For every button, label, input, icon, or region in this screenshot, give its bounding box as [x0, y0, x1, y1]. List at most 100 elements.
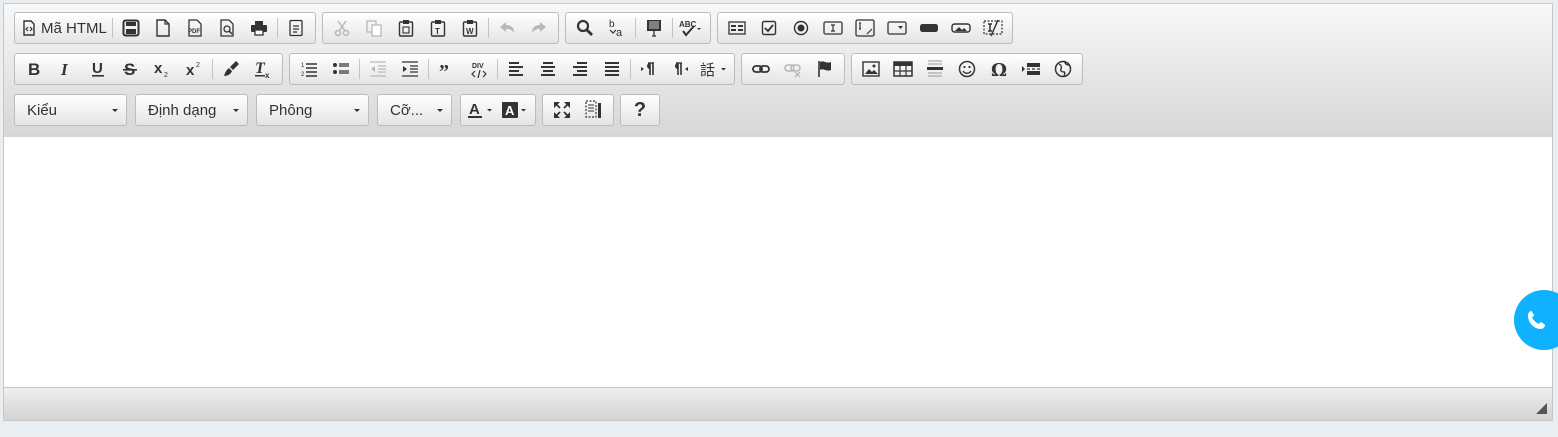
help-icon: ?	[633, 99, 647, 121]
save-button[interactable]	[115, 15, 147, 41]
spellcheck-icon: ABC	[679, 20, 701, 37]
text-color-button[interactable]: A	[464, 97, 498, 123]
resize-handle-icon[interactable]	[1536, 403, 1547, 414]
subscript-button[interactable]: x2	[146, 56, 178, 82]
select-all-button[interactable]	[638, 15, 670, 41]
svg-text:Ω: Ω	[991, 60, 1007, 78]
superscript-button[interactable]: x2	[178, 56, 210, 82]
iframe-button[interactable]	[1047, 56, 1079, 82]
editor-content-area[interactable]	[4, 137, 1552, 387]
indent-button[interactable]	[394, 56, 426, 82]
copy-formatting-button[interactable]	[215, 56, 247, 82]
redo-button[interactable]	[523, 15, 555, 41]
bg-color-icon: A	[502, 102, 526, 118]
preview-icon	[220, 19, 234, 37]
toolbar-group-tools	[542, 94, 614, 126]
spellcheck-button[interactable]: ABC	[675, 15, 707, 41]
strikethrough-button[interactable]: S	[114, 56, 146, 82]
anchor-button[interactable]	[809, 56, 841, 82]
bold-icon: B	[28, 60, 40, 78]
svg-text:x: x	[154, 60, 163, 77]
justify-button[interactable]	[596, 56, 628, 82]
image-button-button[interactable]	[945, 15, 977, 41]
link-button[interactable]	[745, 56, 777, 82]
source-icon	[23, 20, 35, 36]
bg-color-button[interactable]: A	[498, 97, 532, 123]
image-button[interactable]	[855, 56, 887, 82]
toolbar-row-3: Kiểu Định dạng Phông Cỡ... A A ?	[14, 94, 666, 126]
align-center-button[interactable]	[532, 56, 564, 82]
underline-button[interactable]: U	[82, 56, 114, 82]
hidden-field-button[interactable]	[977, 15, 1009, 41]
form-button[interactable]	[721, 15, 753, 41]
form-button-button[interactable]	[913, 15, 945, 41]
phone-icon	[1528, 311, 1545, 329]
unlink-button[interactable]	[777, 56, 809, 82]
copy-icon	[366, 20, 382, 37]
smiley-icon	[958, 60, 976, 78]
numbered-list-button[interactable]: 12	[293, 56, 325, 82]
text-field-button[interactable]	[817, 15, 849, 41]
outdent-button[interactable]	[362, 56, 394, 82]
cut-button[interactable]	[326, 15, 358, 41]
maximize-button[interactable]	[546, 97, 578, 123]
image-icon	[862, 61, 880, 77]
create-div-button[interactable]: DIV	[463, 56, 495, 82]
page-break-button[interactable]	[1015, 56, 1047, 82]
separator	[487, 18, 489, 38]
find-button[interactable]	[569, 15, 601, 41]
language-button[interactable]: 話	[697, 56, 731, 82]
source-button[interactable]: Mã HTML	[18, 15, 110, 41]
svg-text:1: 1	[301, 63, 305, 69]
checkbox-button[interactable]	[753, 15, 785, 41]
editor-toolbar: Mã HTML PDF T W b a ABC B I U x 2 x 2 T …	[4, 4, 1552, 138]
align-right-button[interactable]	[564, 56, 596, 82]
paste-word-button[interactable]: W	[454, 15, 486, 41]
radio-button[interactable]	[785, 15, 817, 41]
replace-button[interactable]: ba	[601, 15, 633, 41]
help-button[interactable]: ?	[624, 97, 656, 123]
export-pdf-button[interactable]: PDF	[179, 15, 211, 41]
new-page-button[interactable]	[147, 15, 179, 41]
paste-text-icon: T	[430, 20, 446, 37]
copy-button[interactable]	[358, 15, 390, 41]
align-left-button[interactable]	[500, 56, 532, 82]
preview-button[interactable]	[211, 15, 243, 41]
font-size-dropdown[interactable]: Cỡ...	[377, 94, 452, 126]
superscript-icon: x2	[186, 62, 200, 78]
align-left-icon	[509, 62, 523, 76]
globe-icon	[1054, 60, 1072, 78]
font-dropdown[interactable]: Phông	[256, 94, 369, 126]
show-blocks-button[interactable]	[578, 97, 610, 123]
toolbar-group-about: ?	[620, 94, 660, 126]
search-icon	[576, 19, 593, 36]
styles-dropdown[interactable]: Kiểu	[14, 94, 127, 126]
page-break-icon	[1022, 63, 1040, 75]
special-char-button[interactable]: Ω	[983, 56, 1015, 82]
italic-button[interactable]: I	[50, 56, 82, 82]
language-icon: 話	[700, 61, 726, 79]
select-field-button[interactable]	[881, 15, 913, 41]
ltr-button[interactable]	[633, 56, 665, 82]
bulleted-list-button[interactable]	[325, 56, 357, 82]
undo-button[interactable]	[491, 15, 523, 41]
format-dropdown[interactable]: Định dạng	[135, 94, 248, 126]
table-button[interactable]	[887, 56, 919, 82]
rtl-button[interactable]	[665, 56, 697, 82]
new-page-icon	[156, 19, 170, 37]
paste-text-button[interactable]: T	[422, 15, 454, 41]
toolbar-group-insert: Ω	[851, 53, 1083, 85]
paste-button[interactable]	[390, 15, 422, 41]
templates-button[interactable]	[280, 15, 312, 41]
bold-button[interactable]: B	[18, 56, 50, 82]
smiley-button[interactable]	[951, 56, 983, 82]
outdent-icon	[370, 61, 386, 77]
blockquote-button[interactable]: ”	[431, 56, 463, 82]
remove-format-button[interactable]: Tx	[247, 56, 279, 82]
chevron-down-icon	[112, 108, 118, 112]
print-button[interactable]	[243, 15, 275, 41]
textarea-button[interactable]	[849, 15, 881, 41]
rtl-icon	[675, 62, 688, 75]
print-icon	[250, 21, 267, 36]
horizontal-line-button[interactable]	[919, 56, 951, 82]
